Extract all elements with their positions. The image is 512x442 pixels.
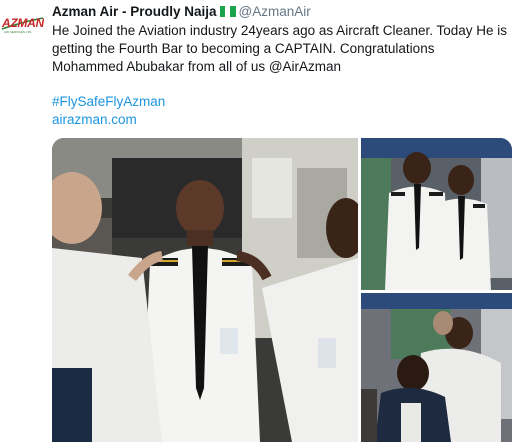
logo-subtext: AIR SERVICES LTD — [4, 30, 32, 34]
photo-main-image — [52, 138, 358, 442]
tweet: AZMAN AIR SERVICES LTD Azman Air - Proud… — [0, 0, 512, 442]
photo-main[interactable] — [52, 138, 358, 442]
website-link[interactable]: airazman.com — [52, 112, 137, 127]
user-handle[interactable]: @AzmanAir — [239, 4, 311, 19]
azman-air-avatar[interactable]: AZMAN AIR SERVICES LTD — [0, 14, 44, 36]
photo-top-right-image — [361, 138, 512, 290]
photo-top-right[interactable] — [361, 138, 512, 290]
hashtag-link[interactable]: #FlySafeFlyAzman — [52, 94, 165, 109]
display-name[interactable]: Azman Air - Proudly Naija — [52, 4, 217, 19]
photo-bottom-right-image — [361, 293, 512, 442]
tweet-header: Azman Air - Proudly Naija @AzmanAir — [52, 2, 311, 20]
photo-bottom-right[interactable] — [361, 293, 512, 442]
nigeria-flag-icon — [219, 5, 236, 17]
tweet-text: He Joined the Aviation industry 24years … — [52, 23, 508, 74]
media-grid — [52, 138, 512, 442]
logo-text: AZMAN — [2, 16, 44, 30]
